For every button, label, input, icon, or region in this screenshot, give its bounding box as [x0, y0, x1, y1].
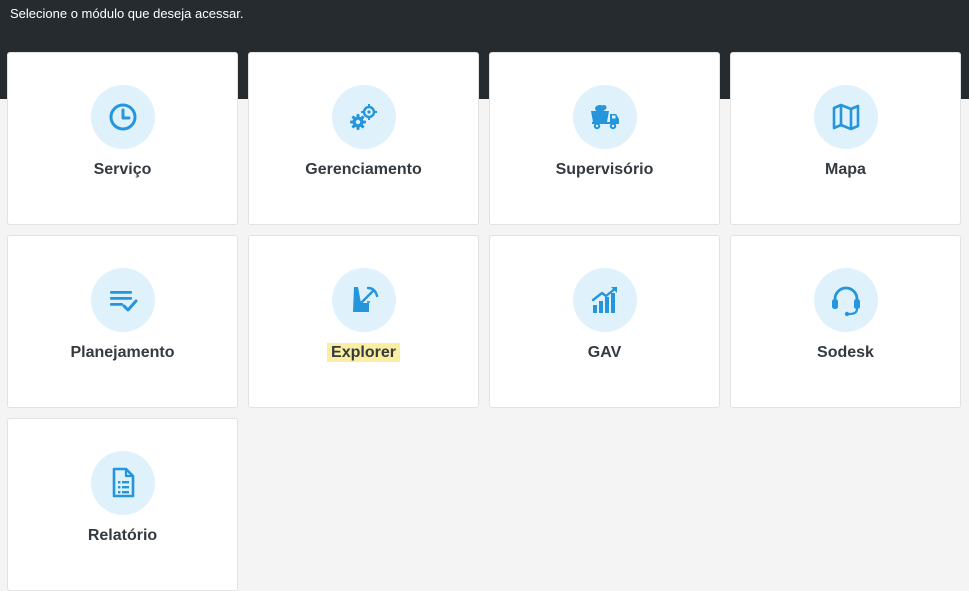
growth-chart-icon: [572, 268, 637, 332]
checklist-icon: [90, 268, 155, 332]
module-label: Mapa: [825, 161, 866, 178]
module-card-servico[interactable]: Serviço: [7, 52, 238, 225]
module-card-relatorio[interactable]: Relatório: [7, 418, 238, 591]
module-label: Sodesk: [817, 344, 874, 361]
module-card-mapa[interactable]: Mapa: [730, 52, 961, 225]
module-label: Serviço: [93, 161, 152, 178]
clock-icon: [90, 85, 155, 149]
headset-icon: [813, 268, 878, 332]
map-icon: [813, 85, 878, 149]
dump-truck-icon: [572, 85, 637, 149]
module-card-explorer[interactable]: Explorer: [248, 235, 479, 408]
module-card-supervisorio[interactable]: Supervisório: [489, 52, 720, 225]
module-label: Relatório: [87, 527, 158, 544]
document-icon: [90, 451, 155, 515]
module-label: Supervisório: [555, 161, 654, 178]
miner-pickaxe-icon: [331, 268, 396, 332]
page-instruction: Selecione o módulo que deseja acessar.: [10, 6, 244, 21]
module-grid: Serviço Gerenciamento Supervisório Mapa …: [7, 52, 961, 591]
module-card-gerenciamento[interactable]: Gerenciamento: [248, 52, 479, 225]
module-label: Planejamento: [70, 344, 175, 361]
module-label: Gerenciamento: [305, 161, 422, 178]
module-card-gav[interactable]: GAV: [489, 235, 720, 408]
module-label: GAV: [587, 344, 622, 361]
gears-icon: [331, 85, 396, 149]
module-card-sodesk[interactable]: Sodesk: [730, 235, 961, 408]
module-card-planejamento[interactable]: Planejamento: [7, 235, 238, 408]
module-label: Explorer: [249, 343, 478, 362]
